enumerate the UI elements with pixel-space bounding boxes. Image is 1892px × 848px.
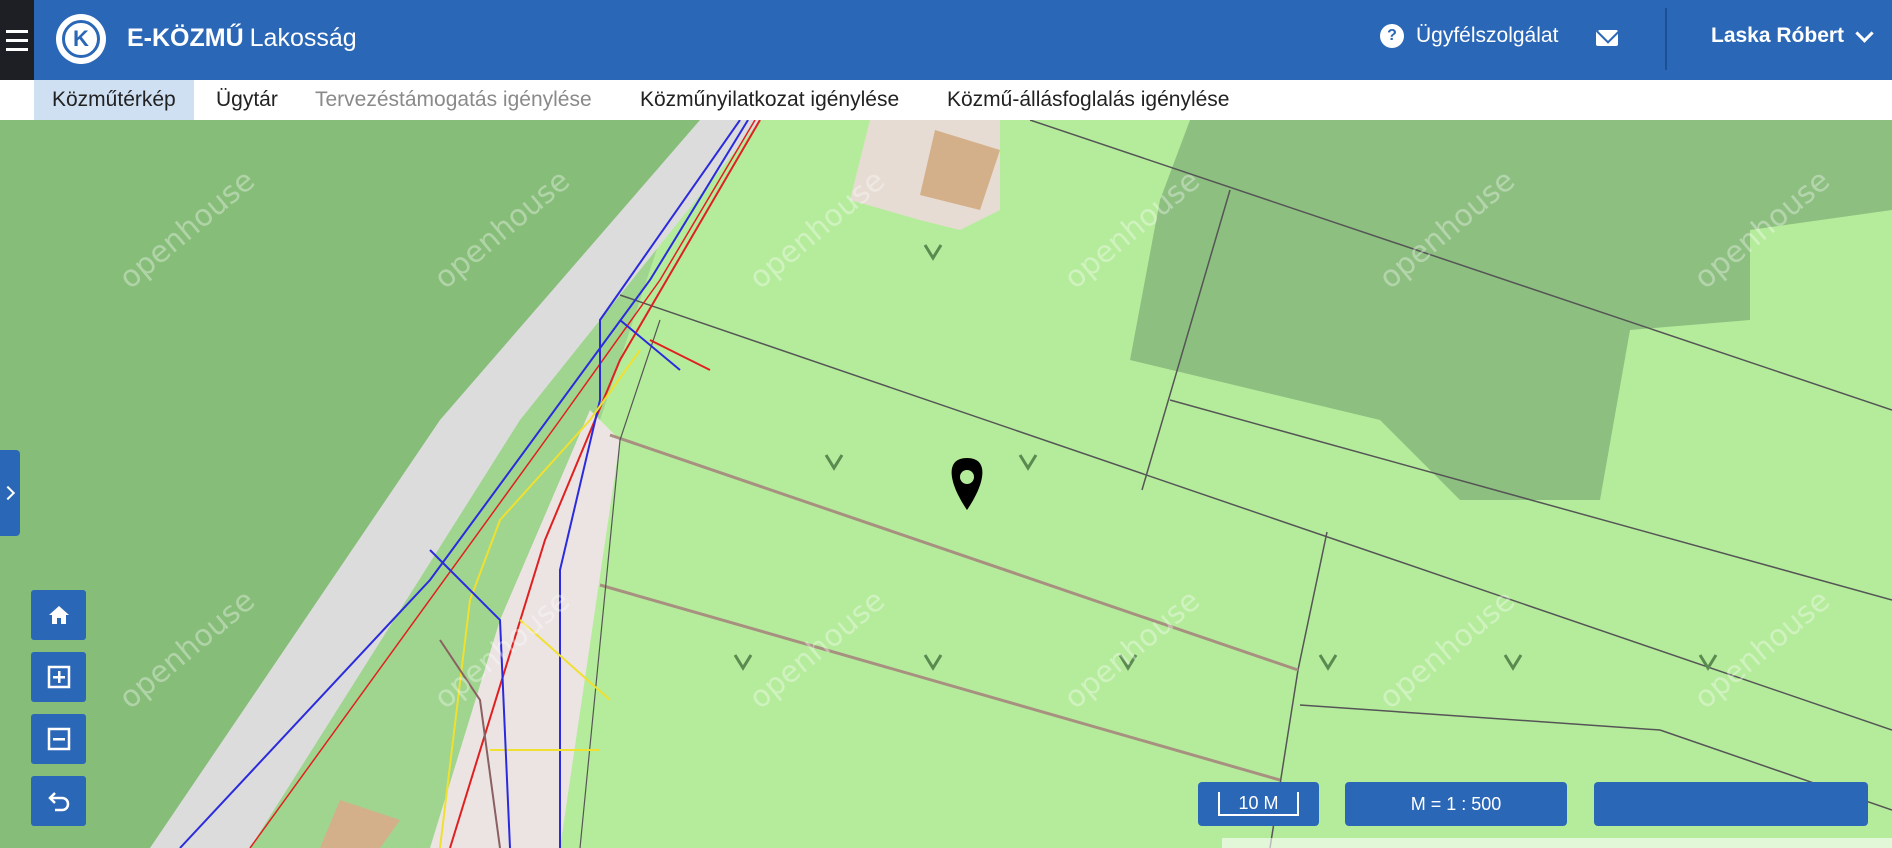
tab-kozmu-allasfoglalas[interactable]: Közmű-állásfoglalás igénylése xyxy=(929,80,1248,120)
map-layer: openhouse openhouse openhouse openhouse … xyxy=(0,120,1892,848)
tab-ugytar[interactable]: Ügytár xyxy=(198,80,296,120)
zoom-out-button[interactable] xyxy=(31,714,86,764)
help-icon: ? xyxy=(1380,24,1404,48)
header-divider xyxy=(1665,8,1667,70)
main-nav: Közműtérkép Ügytár Tervezéstámogatás igé… xyxy=(0,80,1892,120)
tab-tervezestamogatas: Tervezéstámogatás igénylése xyxy=(315,88,592,111)
hamburger-menu-icon[interactable] xyxy=(0,0,34,80)
scale-ratio-indicator: M = 1 : 500 xyxy=(1345,782,1567,826)
mail-icon[interactable] xyxy=(1596,30,1618,46)
zoom-out-icon xyxy=(47,727,70,751)
brand-bold: E-KÖZMŰ xyxy=(127,24,244,52)
scale-length-label: 10 M xyxy=(1218,792,1299,816)
side-panel-toggle[interactable] xyxy=(0,450,20,536)
map-canvas[interactable]: openhouse openhouse openhouse openhouse … xyxy=(0,120,1892,848)
top-bar: K E-KÖZMŰ Lakosság ? Ügyfélszolgálat Lask… xyxy=(0,0,1892,80)
tab-kozmunyilatkozat[interactable]: Közműnyilatkozat igénylése xyxy=(622,80,917,120)
zoom-in-icon xyxy=(47,665,70,689)
scale-ratio-label: M = 1 : 500 xyxy=(1410,793,1502,814)
brand-title: E-KÖZMŰ Lakosság xyxy=(127,22,357,54)
customer-service-label: Ügyfélszolgálat xyxy=(1416,24,1559,47)
chevron-down-icon xyxy=(1855,23,1874,43)
tab-kozmuterkep[interactable]: Közműtérkép xyxy=(34,80,194,120)
undo-button[interactable] xyxy=(31,776,86,826)
zoom-in-button[interactable] xyxy=(31,652,86,702)
customer-service-link[interactable]: ? Ügyfélszolgálat xyxy=(1380,24,1558,48)
user-menu[interactable]: Laska Róbert xyxy=(1711,23,1874,48)
home-button[interactable] xyxy=(31,590,86,640)
ekozmu-logo[interactable]: K xyxy=(56,14,106,64)
coordinate-display xyxy=(1594,782,1868,826)
brand-light: Lakosság xyxy=(249,24,357,52)
logo-letter: K xyxy=(62,20,100,58)
scale-length-indicator: 10 M xyxy=(1198,782,1319,826)
undo-icon xyxy=(47,792,69,812)
chevron-right-icon xyxy=(0,485,16,501)
map-attribution xyxy=(1222,838,1892,848)
home-icon xyxy=(48,606,69,624)
user-name: Laska Róbert xyxy=(1711,24,1845,47)
